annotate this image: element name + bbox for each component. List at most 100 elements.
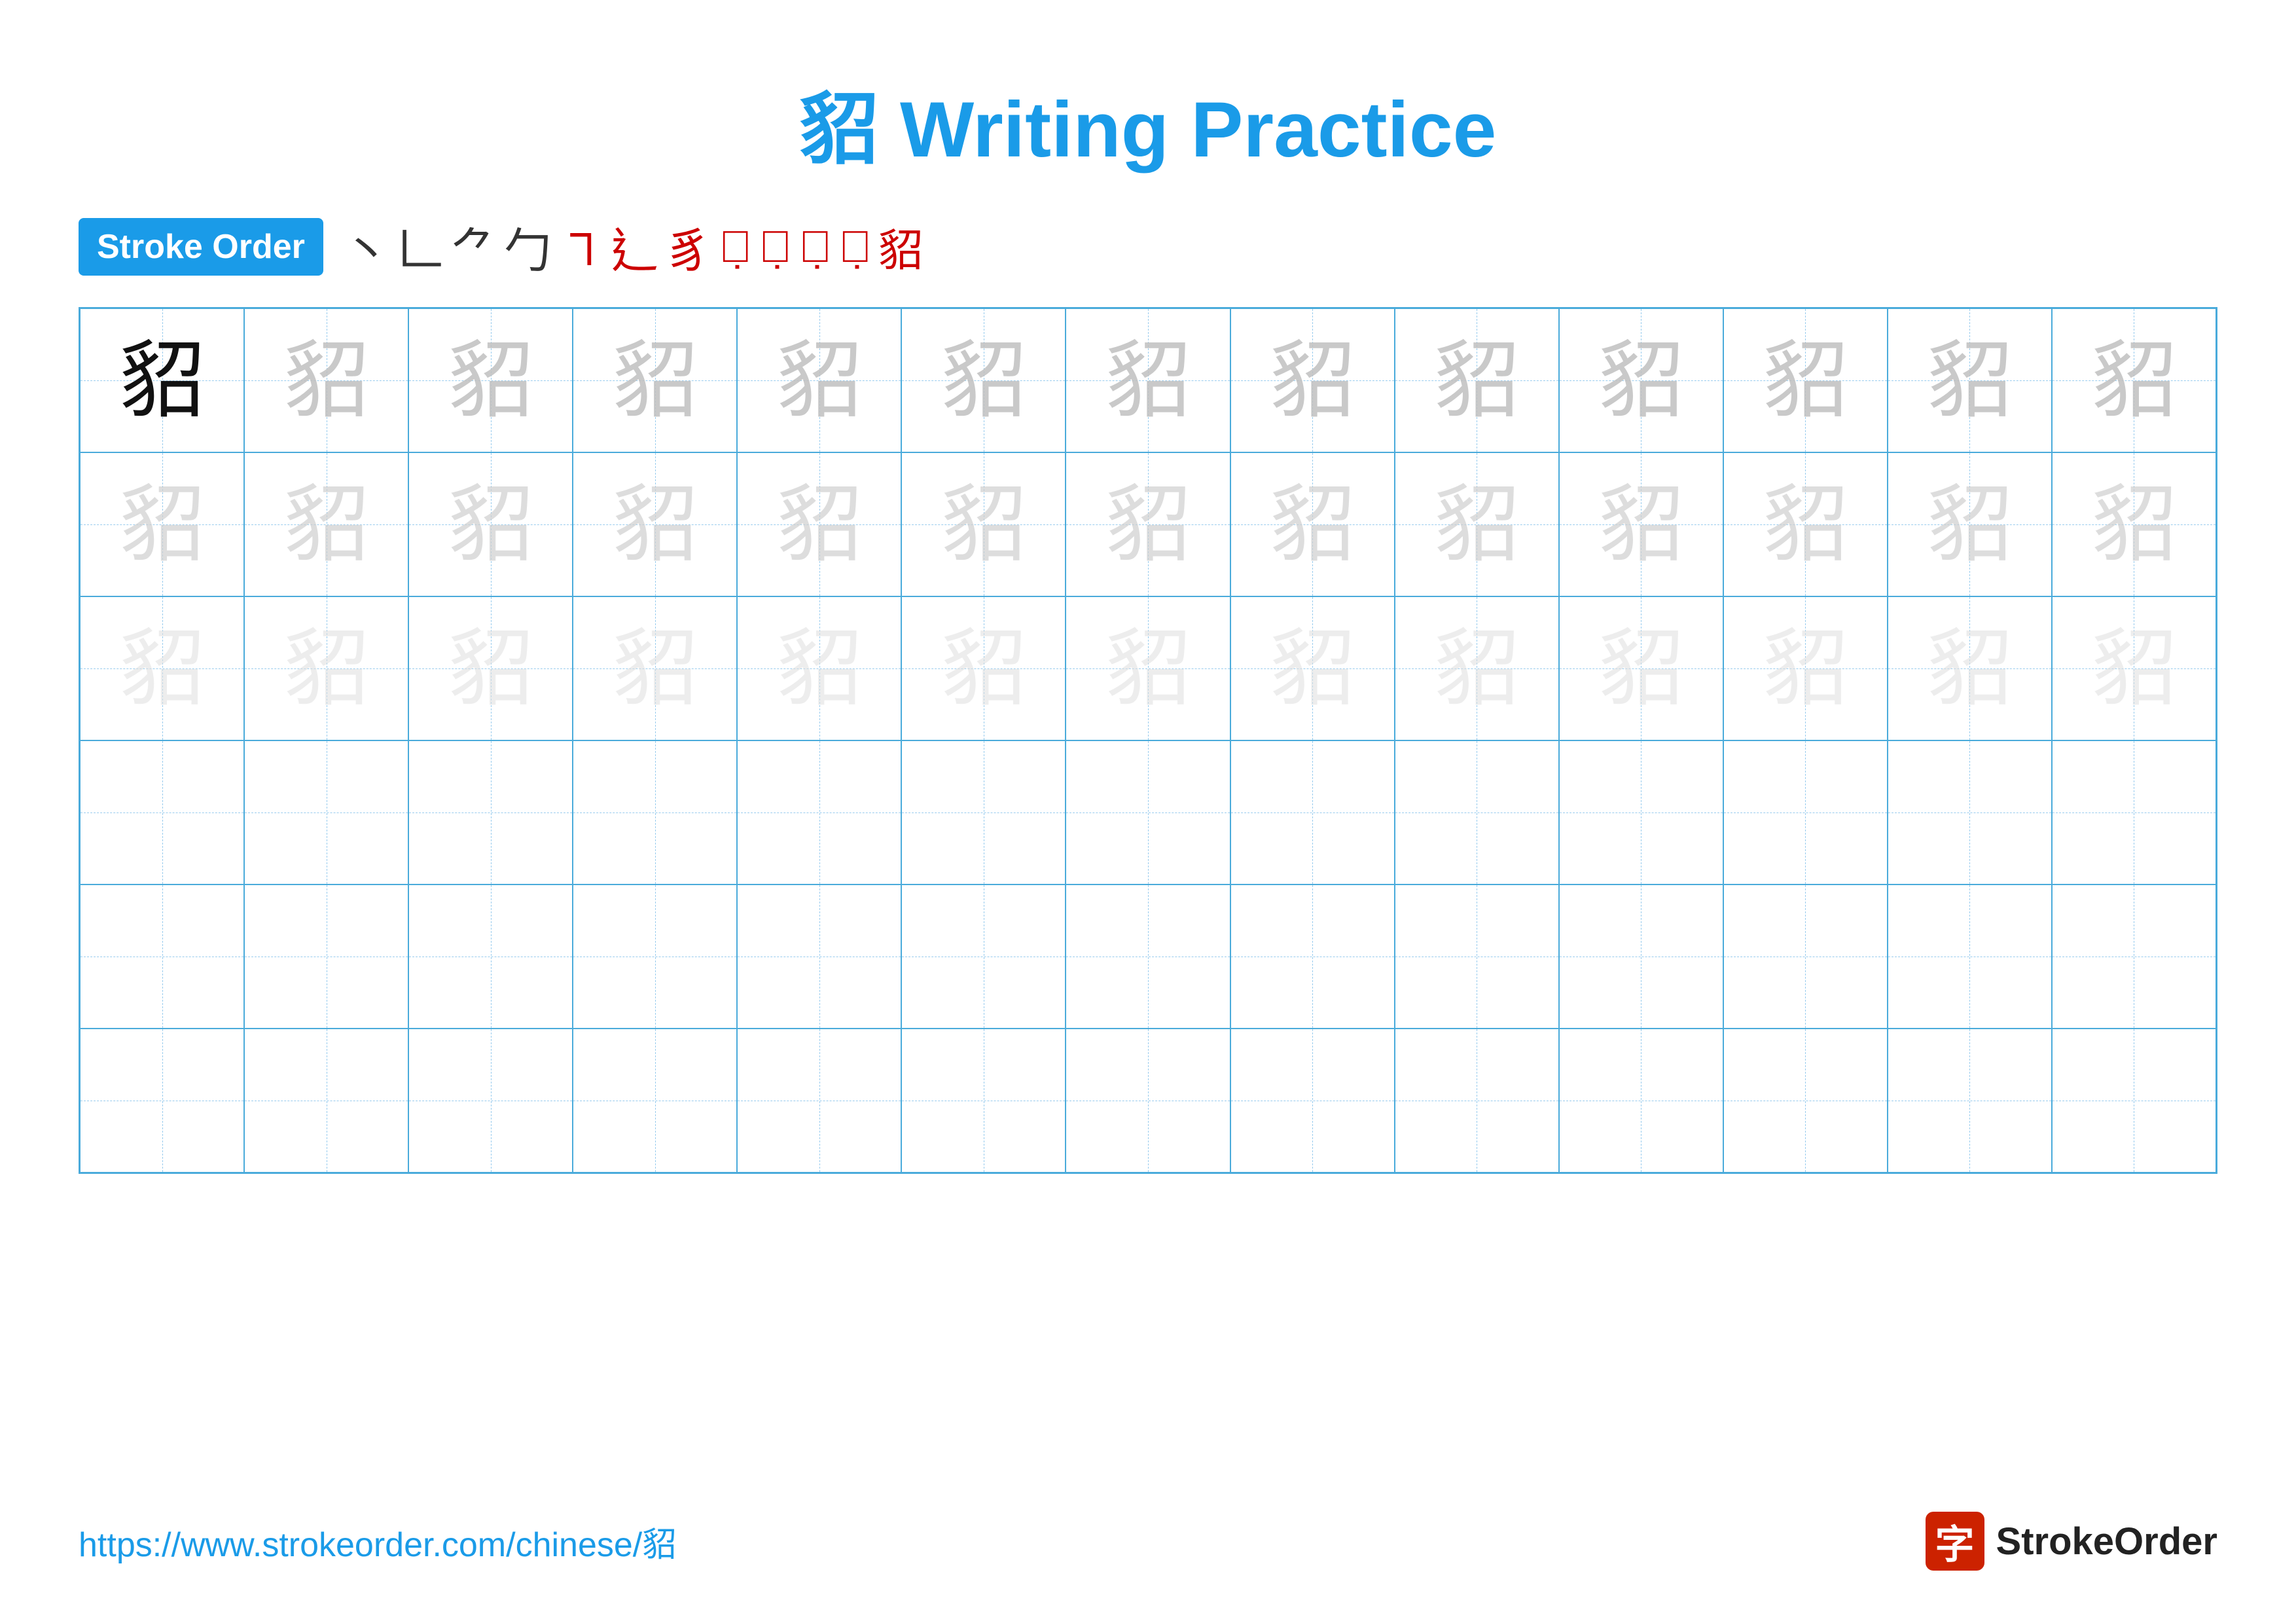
grid-cell-r4c9[interactable] [1395, 740, 1559, 884]
grid-cell-r1c13[interactable]: 貂 [2052, 308, 2216, 452]
char-guide: 貂 [2091, 482, 2176, 567]
grid-cell-r6c2[interactable] [244, 1029, 408, 1173]
stroke-9: 貂̣ [759, 221, 792, 272]
char-guide: 貂 [613, 626, 698, 711]
grid-cell-r5c5[interactable] [737, 884, 901, 1029]
grid-cell-r2c7[interactable]: 貂 [1066, 452, 1230, 596]
grid-cell-r3c10[interactable]: 貂 [1559, 596, 1723, 740]
grid-cell-r4c13[interactable] [2052, 740, 2216, 884]
grid-cell-r2c8[interactable]: 貂 [1230, 452, 1395, 596]
grid-cell-r6c1[interactable] [80, 1029, 244, 1173]
grid-cell-r2c4[interactable]: 貂 [573, 452, 737, 596]
stroke-order-chars: 丶 𠃊 ⺈ 勹 ㇕ ⻎ 豸 貂̣ 貂̣ 貂̣ 貂̣ 貂 [343, 212, 923, 281]
grid-cell-r5c11[interactable] [1723, 884, 1888, 1029]
grid-cell-r3c5[interactable]: 貂 [737, 596, 901, 740]
grid-cell-r3c6[interactable]: 貂 [901, 596, 1066, 740]
grid-cell-r1c1[interactable]: 貂 [80, 308, 244, 452]
grid-cell-r6c5[interactable] [737, 1029, 901, 1173]
char-guide: 貂 [2091, 626, 2176, 711]
grid-cell-r1c10[interactable]: 貂 [1559, 308, 1723, 452]
char-guide: 貂 [1434, 626, 1519, 711]
grid-cell-r5c4[interactable] [573, 884, 737, 1029]
footer-logo: 字 StrokeOrder [1926, 1512, 2217, 1571]
grid-cell-r2c9[interactable]: 貂 [1395, 452, 1559, 596]
grid-cell-r1c3[interactable]: 貂 [408, 308, 573, 452]
char-guide: 貂 [120, 482, 205, 567]
grid-cell-r6c4[interactable] [573, 1029, 737, 1173]
grid-cell-r4c12[interactable] [1888, 740, 2052, 884]
grid-cell-r1c8[interactable]: 貂 [1230, 308, 1395, 452]
grid-cell-r6c11[interactable] [1723, 1029, 1888, 1173]
grid-cell-r2c5[interactable]: 貂 [737, 452, 901, 596]
grid-cell-r4c10[interactable] [1559, 740, 1723, 884]
grid-cell-r2c13[interactable]: 貂 [2052, 452, 2216, 596]
grid-cell-r2c1[interactable]: 貂 [80, 452, 244, 596]
char-guide: 貂 [777, 626, 862, 711]
stroke-2: 𠃊 [397, 212, 444, 281]
grid-cell-r3c1[interactable]: 貂 [80, 596, 244, 740]
grid-cell-r2c6[interactable]: 貂 [901, 452, 1066, 596]
char-guide: 貂 [448, 482, 533, 567]
grid-cell-r5c7[interactable] [1066, 884, 1230, 1029]
grid-cell-r2c3[interactable]: 貂 [408, 452, 573, 596]
grid-cell-r6c3[interactable] [408, 1029, 573, 1173]
grid-cell-r3c7[interactable]: 貂 [1066, 596, 1230, 740]
grid-cell-r4c2[interactable] [244, 740, 408, 884]
grid-cell-r4c8[interactable] [1230, 740, 1395, 884]
grid-cell-r4c7[interactable] [1066, 740, 1230, 884]
grid-cell-r5c3[interactable] [408, 884, 573, 1029]
char-guide: 貂 [613, 338, 698, 423]
grid-cell-r1c5[interactable]: 貂 [737, 308, 901, 452]
grid-cell-r2c11[interactable]: 貂 [1723, 452, 1888, 596]
grid-cell-r2c12[interactable]: 貂 [1888, 452, 2052, 596]
grid-cell-r1c4[interactable]: 貂 [573, 308, 737, 452]
grid-cell-r5c6[interactable] [901, 884, 1066, 1029]
grid-cell-r6c10[interactable] [1559, 1029, 1723, 1173]
grid-cell-r6c13[interactable] [2052, 1029, 2216, 1173]
grid-cell-r3c3[interactable]: 貂 [408, 596, 573, 740]
grid-cell-r3c11[interactable]: 貂 [1723, 596, 1888, 740]
grid-cell-r3c2[interactable]: 貂 [244, 596, 408, 740]
grid-cell-r3c9[interactable]: 貂 [1395, 596, 1559, 740]
grid-cell-r5c8[interactable] [1230, 884, 1395, 1029]
grid-cell-r1c2[interactable]: 貂 [244, 308, 408, 452]
grid-cell-r4c3[interactable] [408, 740, 573, 884]
grid-cell-r6c9[interactable] [1395, 1029, 1559, 1173]
grid-cell-r4c6[interactable] [901, 740, 1066, 884]
grid-cell-r5c1[interactable] [80, 884, 244, 1029]
grid-cell-r1c7[interactable]: 貂 [1066, 308, 1230, 452]
grid-cell-r3c4[interactable]: 貂 [573, 596, 737, 740]
char-guide: 貂 [120, 626, 205, 711]
grid-cell-r2c2[interactable]: 貂 [244, 452, 408, 596]
stroke-10: 貂̣ [798, 221, 832, 272]
char-guide: 貂 [1105, 482, 1191, 567]
grid-cell-r1c11[interactable]: 貂 [1723, 308, 1888, 452]
grid-cell-r3c12[interactable]: 貂 [1888, 596, 2052, 740]
grid-cell-r5c9[interactable] [1395, 884, 1559, 1029]
char-guide: 貂 [777, 482, 862, 567]
grid-cell-r6c8[interactable] [1230, 1029, 1395, 1173]
grid-cell-r4c4[interactable] [573, 740, 737, 884]
grid-cell-r4c11[interactable] [1723, 740, 1888, 884]
grid-cell-r1c12[interactable]: 貂 [1888, 308, 2052, 452]
grid-cell-r1c6[interactable]: 貂 [901, 308, 1066, 452]
grid-cell-r5c2[interactable] [244, 884, 408, 1029]
char-guide: 貂 [1434, 338, 1519, 423]
footer-url: https://www.strokeorder.com/chinese/貂 [79, 1517, 676, 1566]
grid-cell-r2c10[interactable]: 貂 [1559, 452, 1723, 596]
char-guide: 貂 [1434, 482, 1519, 567]
logo-text: StrokeOrder [1996, 1520, 2217, 1563]
grid-cell-r3c13[interactable]: 貂 [2052, 596, 2216, 740]
grid-cell-r6c12[interactable] [1888, 1029, 2052, 1173]
char-guide: 貂 [284, 626, 369, 711]
grid-cell-r4c1[interactable] [80, 740, 244, 884]
grid-cell-r6c6[interactable] [901, 1029, 1066, 1173]
grid-cell-r3c8[interactable]: 貂 [1230, 596, 1395, 740]
grid-cell-r5c13[interactable] [2052, 884, 2216, 1029]
grid-cell-r5c12[interactable] [1888, 884, 2052, 1029]
grid-cell-r6c7[interactable] [1066, 1029, 1230, 1173]
char-guide: 貂 [777, 338, 862, 423]
grid-cell-r1c9[interactable]: 貂 [1395, 308, 1559, 452]
grid-cell-r4c5[interactable] [737, 740, 901, 884]
grid-cell-r5c10[interactable] [1559, 884, 1723, 1029]
